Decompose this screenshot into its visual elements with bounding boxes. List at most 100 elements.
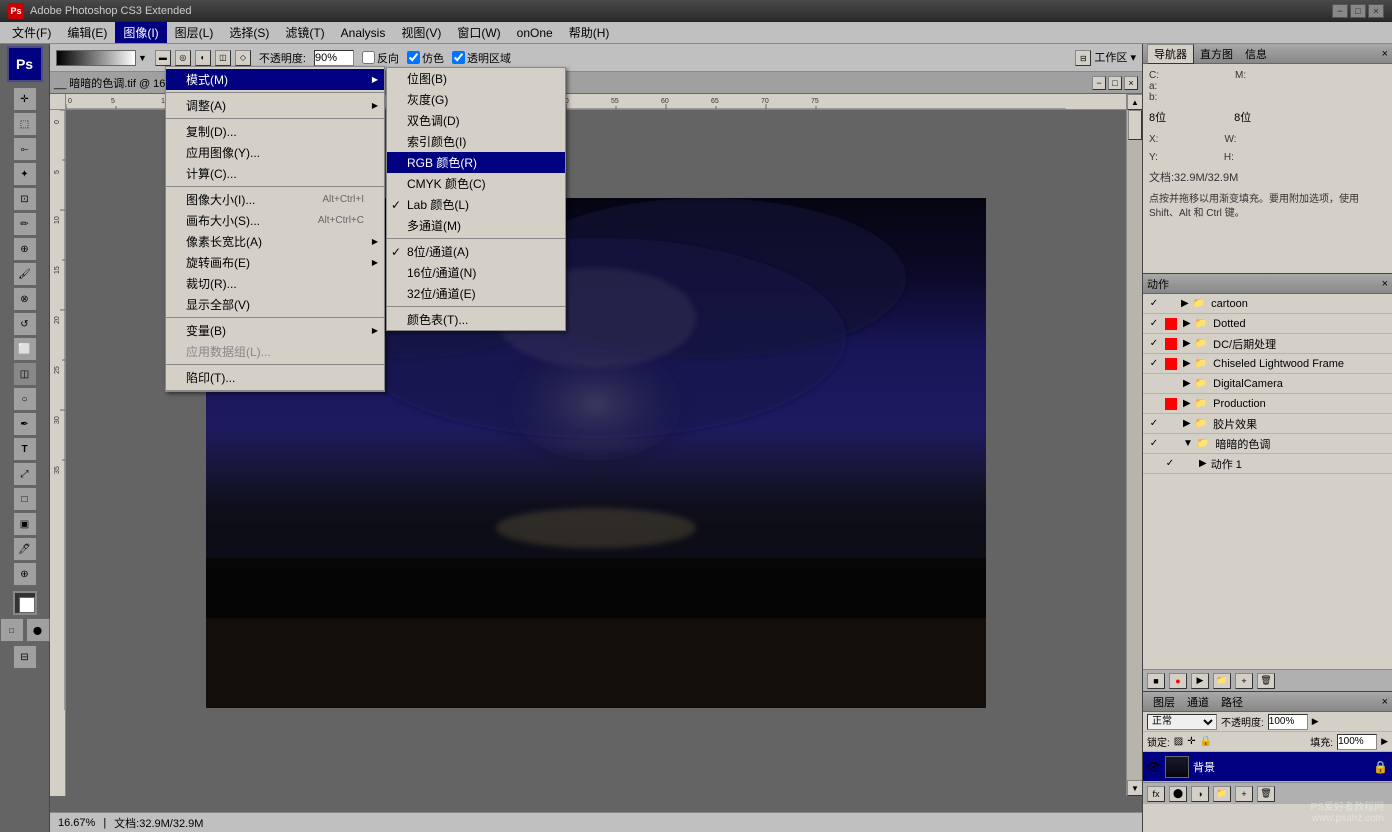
- lock-all-btn[interactable]: 🔒: [1200, 736, 1212, 747]
- tool-pen[interactable]: ✒: [13, 412, 37, 436]
- action-row-digitalcam[interactable]: ▶ 📁 DigitalCamera: [1143, 374, 1392, 394]
- action-row-cartoon[interactable]: ✓ ▶ 📁 cartoon: [1143, 294, 1392, 314]
- menu-item-calc[interactable]: 计算(C)...: [166, 163, 384, 184]
- layer-mask-btn[interactable]: ⬤: [1169, 786, 1187, 802]
- menu-item-reveal[interactable]: 显示全部(V): [166, 294, 384, 315]
- maximize-button[interactable]: □: [1350, 4, 1366, 18]
- linear-gradient-btn[interactable]: ▬: [155, 50, 171, 66]
- canvas-minimize[interactable]: −: [1092, 76, 1106, 90]
- menu-onone[interactable]: onOne: [509, 24, 561, 42]
- tool-screen-mode[interactable]: ⊟: [13, 645, 37, 669]
- action-expand-production[interactable]: ▶: [1183, 398, 1191, 409]
- angle-gradient-btn[interactable]: ◐: [195, 50, 211, 66]
- tool-3d[interactable]: ▣: [13, 512, 37, 536]
- tool-text[interactable]: T: [13, 437, 37, 461]
- menu-item-canvassize[interactable]: 画布大小(S)... Alt+Ctrl+C: [166, 210, 384, 231]
- mode-32bit[interactable]: 32位/通道(E): [387, 283, 565, 304]
- radial-gradient-btn[interactable]: ◎: [175, 50, 191, 66]
- action-expand-dc[interactable]: ▶: [1183, 338, 1191, 349]
- menu-item-apply[interactable]: 应用图像(Y)...: [166, 142, 384, 163]
- action-row-dc[interactable]: ✓ ▶ 📁 DC/后期处理: [1143, 334, 1392, 354]
- mode-rgb[interactable]: RGB 颜色(R): [387, 152, 565, 173]
- vertical-scrollbar[interactable]: ▲ ▼: [1126, 94, 1142, 796]
- tool-notes[interactable]: 🖊: [13, 537, 37, 561]
- menu-image[interactable]: 图像(I): [115, 22, 166, 43]
- opacity-input[interactable]: [314, 50, 354, 66]
- tool-dodge[interactable]: ○: [13, 387, 37, 411]
- minimize-button[interactable]: −: [1332, 4, 1348, 18]
- menu-item-variables[interactable]: 变量(B): [166, 320, 384, 341]
- action-row-dark[interactable]: ✓ ▼ 📁 暗暗的色调: [1143, 434, 1392, 454]
- tool-path[interactable]: ⤢: [13, 462, 37, 486]
- menu-edit[interactable]: 编辑(E): [59, 22, 115, 43]
- fill-input[interactable]: [1337, 734, 1377, 750]
- action-expand-cartoon[interactable]: ▶: [1181, 298, 1189, 309]
- menu-analysis[interactable]: Analysis: [333, 24, 394, 42]
- tool-clone[interactable]: ⊗: [13, 287, 37, 311]
- dither-checkbox[interactable]: 仿色: [407, 50, 444, 66]
- mode-cmyk[interactable]: CMYK 颜色(C): [387, 173, 565, 194]
- action-row-film[interactable]: ✓ ▶ 📁 胶片效果: [1143, 414, 1392, 434]
- action-row-dotted[interactable]: ✓ ▶ 📁 Dotted: [1143, 314, 1392, 334]
- tool-standard-mode[interactable]: □: [0, 618, 24, 642]
- nav-tab-info[interactable]: 信息: [1239, 45, 1273, 63]
- menu-help[interactable]: 帮助(H): [561, 22, 618, 43]
- tool-zoom[interactable]: ⊕: [13, 562, 37, 586]
- mode-grayscale[interactable]: 灰度(G): [387, 89, 565, 110]
- action-row-production[interactable]: ▶ 📁 Production: [1143, 394, 1392, 414]
- action-new-folder-btn[interactable]: 📁: [1213, 673, 1231, 689]
- menu-item-mode[interactable]: 模式(M): [166, 69, 384, 90]
- background-color[interactable]: [19, 597, 35, 613]
- menu-file[interactable]: 文件(F): [4, 22, 59, 43]
- mode-8bit[interactable]: ✓8位/通道(A): [387, 241, 565, 262]
- tool-quick-mask[interactable]: ⬤: [26, 618, 50, 642]
- action-stop-btn[interactable]: ■: [1147, 673, 1165, 689]
- mode-multichannel[interactable]: 多通道(M): [387, 215, 565, 236]
- action-expand-action1[interactable]: ▶: [1199, 458, 1207, 469]
- fill-arrow[interactable]: ▶: [1381, 736, 1388, 747]
- paths-tab[interactable]: 路径: [1215, 693, 1249, 711]
- layers-close[interactable]: ×: [1382, 696, 1388, 708]
- close-button[interactable]: ×: [1368, 4, 1384, 18]
- layer-adjustment-btn[interactable]: ◑: [1191, 786, 1209, 802]
- workspace-selector[interactable]: ⊟ 工作区 ▾: [1075, 49, 1136, 67]
- canvas-close[interactable]: ×: [1124, 76, 1138, 90]
- nav-panel-close[interactable]: ×: [1382, 48, 1388, 60]
- menu-layer[interactable]: 图层(L): [167, 22, 222, 43]
- mode-indexed[interactable]: 索引颜色(I): [387, 131, 565, 152]
- menu-item-duplicate[interactable]: 复制(D)...: [166, 121, 384, 142]
- action-expand-digitalcam[interactable]: ▶: [1183, 378, 1191, 389]
- action-play-btn[interactable]: ▶: [1191, 673, 1209, 689]
- menu-item-pixelratio[interactable]: 像素长宽比(A): [166, 231, 384, 252]
- layer-delete-btn[interactable]: 🗑: [1257, 786, 1275, 802]
- mode-lab[interactable]: ✓Lab 颜色(L): [387, 194, 565, 215]
- mode-16bit[interactable]: 16位/通道(N): [387, 262, 565, 283]
- menu-item-imgsize[interactable]: 图像大小(I)... Alt+Ctrl+I: [166, 189, 384, 210]
- tool-wand[interactable]: ✦: [13, 162, 37, 186]
- action-expand-dotted[interactable]: ▶: [1183, 318, 1191, 329]
- menu-view[interactable]: 视图(V): [393, 22, 449, 43]
- action-expand-chiseled[interactable]: ▶: [1183, 358, 1191, 369]
- tool-shape[interactable]: □: [13, 487, 37, 511]
- reverse-checkbox[interactable]: 反向: [362, 50, 399, 66]
- blend-mode-select[interactable]: 正常: [1147, 714, 1217, 730]
- channels-tab[interactable]: 通道: [1181, 693, 1215, 711]
- layer-fx-btn[interactable]: fx: [1147, 786, 1165, 802]
- tool-heal[interactable]: ⊕: [13, 237, 37, 261]
- nav-tab-histogram[interactable]: 直方图: [1194, 45, 1239, 63]
- mode-colortable[interactable]: 颜色表(T)...: [387, 309, 565, 330]
- layer-visibility-eye[interactable]: 👁: [1147, 760, 1161, 774]
- action-delete-btn[interactable]: 🗑: [1257, 673, 1275, 689]
- tool-history[interactable]: ↺: [13, 312, 37, 336]
- action-new-btn[interactable]: +: [1235, 673, 1253, 689]
- mode-bitmap[interactable]: 位图(B): [387, 68, 565, 89]
- action-row-action1[interactable]: ✓ ▶ 动作 1: [1143, 454, 1392, 474]
- canvas-maximize[interactable]: □: [1108, 76, 1122, 90]
- reflected-gradient-btn[interactable]: ◫: [215, 50, 231, 66]
- tool-gradient[interactable]: ◫: [13, 362, 37, 386]
- lock-pixels-btn[interactable]: ▨: [1174, 736, 1183, 747]
- layer-row-background[interactable]: 👁 背景 🔒: [1143, 752, 1392, 782]
- tool-eraser[interactable]: ⬜: [13, 337, 37, 361]
- tool-move[interactable]: ✛: [13, 87, 37, 111]
- nav-tab-navigator[interactable]: 导航器: [1147, 44, 1194, 64]
